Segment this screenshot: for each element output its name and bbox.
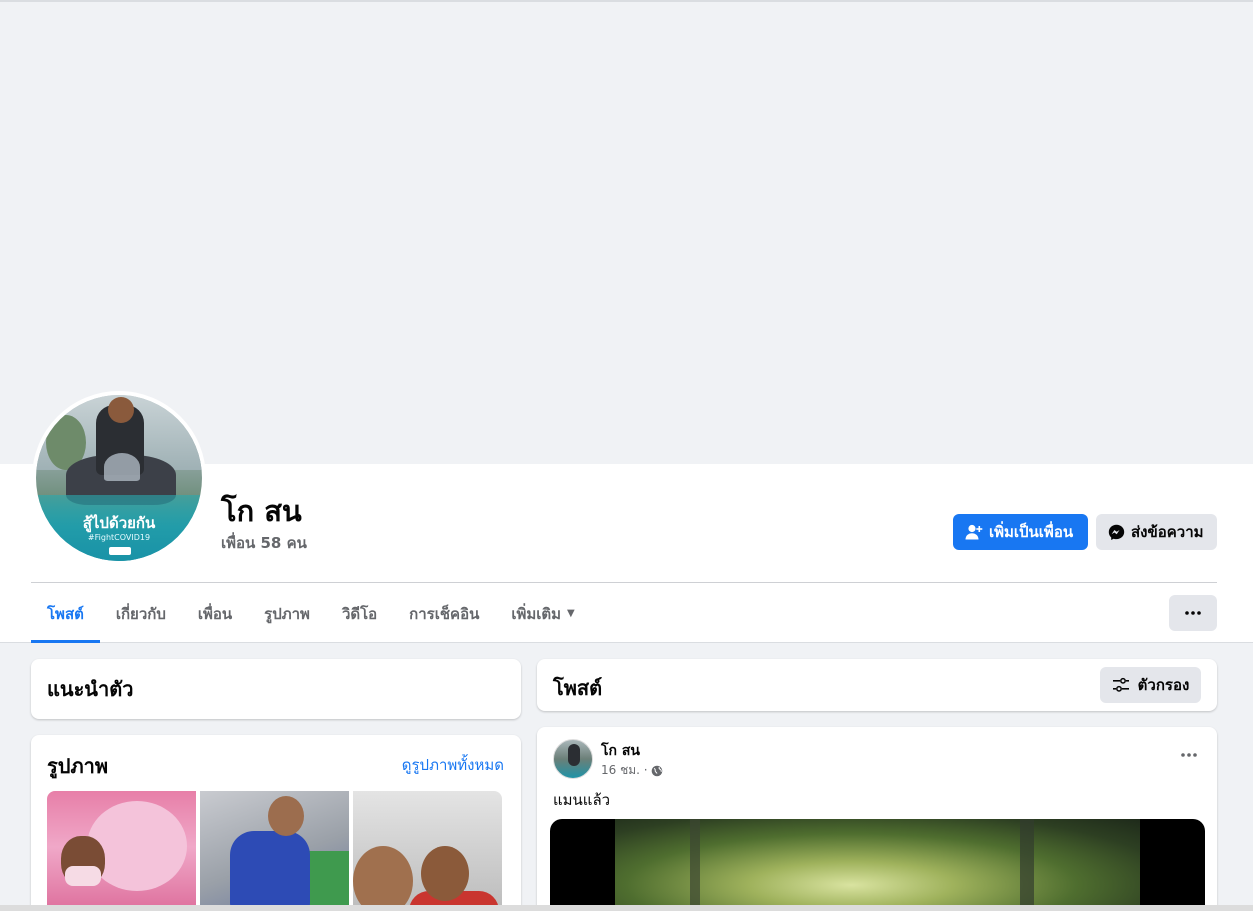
friend-count[interactable]: เพื่อน 58 คน — [221, 531, 307, 555]
intro-card: แนะนำตัว — [31, 659, 521, 719]
horizontal-scrollbar[interactable] — [0, 905, 1253, 911]
tab-photos[interactable]: รูปภาพ — [248, 584, 326, 643]
photo-thumbnail[interactable] — [47, 791, 196, 911]
photos-title[interactable]: รูปภาพ — [47, 750, 108, 782]
post-text: แมนแล้ว — [553, 791, 611, 809]
tab-friends[interactable]: เพื่อน — [182, 584, 248, 643]
add-friend-icon — [965, 524, 983, 540]
intro-title: แนะนำตัว — [47, 677, 134, 701]
more-dots-icon — [1185, 611, 1201, 615]
profile-picture[interactable]: สู้ไปด้วยกัน #FightCOVID19 — [32, 391, 206, 565]
filter-button[interactable]: ตัวกรอง — [1100, 667, 1201, 703]
post-timestamp[interactable]: 16 ชม. · — [601, 761, 648, 780]
message-label: ส่งข้อความ — [1131, 523, 1204, 541]
profile-more-options-button[interactable] — [1169, 595, 1217, 631]
profile-tabs: โพสต์ เกี่ยวกับ เพื่อน รูปภาพ วิดีโอ การ… — [31, 584, 591, 643]
profile-picture-image: สู้ไปด้วยกัน #FightCOVID19 — [36, 395, 202, 561]
post-author-name[interactable]: โก สน — [601, 740, 640, 762]
caret-down-icon: ▼ — [567, 608, 575, 619]
post-author-avatar[interactable] — [553, 739, 593, 779]
post-card: โก สน 16 ชม. · แมนแล้ว — [537, 727, 1217, 911]
posts-title: โพสต์ — [553, 676, 603, 700]
filter-icon — [1112, 677, 1129, 692]
avatar-frame-text: สู้ไปด้วยกัน — [82, 514, 156, 532]
post-meta: 16 ชม. · — [601, 761, 663, 780]
header-divider — [31, 582, 1217, 583]
see-all-photos-link[interactable]: ดูรูปภาพทั้งหมด — [402, 753, 504, 777]
message-button[interactable]: ส่งข้อความ — [1096, 514, 1217, 550]
more-dots-icon — [1181, 753, 1197, 757]
add-friend-label: เพิ่มเป็นเพื่อน — [989, 523, 1074, 541]
add-friend-button[interactable]: เพิ่มเป็นเพื่อน — [953, 514, 1088, 550]
frame-logo — [109, 547, 131, 555]
filter-label: ตัวกรอง — [1137, 676, 1190, 694]
photos-card: รูปภาพ ดูรูปภาพทั้งหมด — [31, 735, 521, 911]
tab-more[interactable]: เพิ่มเติม ▼ — [495, 584, 590, 643]
photo-grid — [47, 791, 502, 911]
tab-checkins[interactable]: การเช็คอิน — [393, 584, 495, 643]
avatar-frame-hashtag: #FightCOVID19 — [87, 533, 151, 542]
post-options-button[interactable] — [1177, 743, 1201, 767]
photo-thumbnail[interactable] — [200, 791, 349, 911]
posts-header-card: โพสต์ ตัวกรอง — [537, 659, 1217, 711]
tab-about[interactable]: เกี่ยวกับ — [100, 584, 182, 643]
tab-posts[interactable]: โพสต์ — [31, 584, 100, 643]
photo-thumbnail[interactable] — [353, 791, 502, 911]
tab-videos[interactable]: วิดีโอ — [326, 584, 393, 643]
messenger-icon — [1108, 524, 1125, 540]
profile-name: โก สน — [221, 494, 302, 528]
globe-icon — [651, 765, 662, 776]
post-video[interactable] — [550, 819, 1205, 911]
